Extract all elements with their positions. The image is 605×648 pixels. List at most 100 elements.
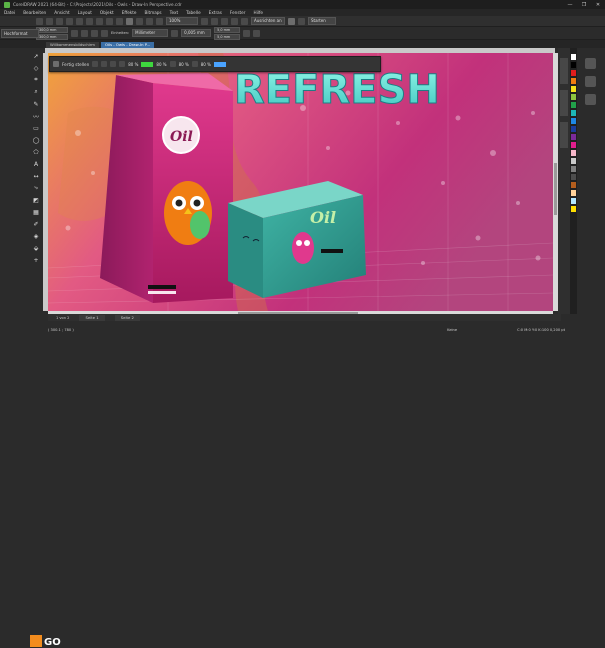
snap-to-select[interactable]: Ausrichten an: [251, 17, 285, 25]
import-icon[interactable]: [136, 17, 143, 25]
pick-tool-icon[interactable]: ➚: [32, 52, 40, 60]
close-button[interactable]: ✕: [591, 0, 605, 9]
palette-swatch[interactable]: [571, 126, 576, 132]
palette-swatch[interactable]: [571, 198, 576, 204]
palette-swatch[interactable]: [571, 166, 576, 172]
palette-swatch[interactable]: [571, 150, 576, 156]
publish-pdf-icon[interactable]: [156, 17, 163, 25]
palette-swatch[interactable]: [571, 102, 576, 108]
launch-select[interactable]: Starten: [308, 17, 336, 25]
page-height-field[interactable]: 300,0 mm: [36, 33, 68, 40]
palette-swatch[interactable]: [571, 70, 576, 76]
page-preset-select[interactable]: Hochformat: [1, 29, 39, 38]
interactive-fill-icon[interactable]: ◈: [32, 232, 40, 240]
perspective-mode-icon[interactable]: [92, 61, 99, 67]
shape-tool-icon[interactable]: ◇: [32, 64, 40, 72]
dock-hints-icon[interactable]: [585, 94, 596, 105]
page-tab-2[interactable]: Seite 2: [114, 314, 140, 321]
snap-options-icon[interactable]: [243, 29, 251, 37]
export-icon[interactable]: [146, 17, 153, 25]
palette-swatch[interactable]: [571, 174, 576, 180]
nudge-distance-field[interactable]: 0,005 mm: [181, 29, 212, 37]
palette-swatch[interactable]: [571, 206, 576, 212]
portrait-icon[interactable]: [71, 29, 78, 37]
options-gear-icon[interactable]: [288, 17, 295, 25]
grid-icon[interactable]: [221, 17, 228, 25]
duplicate-x-field[interactable]: 5,0 mm: [214, 26, 241, 33]
fullscreen-icon[interactable]: [201, 17, 208, 25]
eyedropper-icon[interactable]: ✐: [32, 220, 40, 228]
palette-swatch[interactable]: [571, 86, 576, 92]
palette-swatch[interactable]: [571, 62, 576, 68]
new-document-icon[interactable]: [36, 17, 43, 25]
connector-tool-icon[interactable]: ⤷: [32, 184, 40, 192]
palette-swatch[interactable]: [571, 110, 576, 116]
guidelines-icon[interactable]: [231, 17, 238, 25]
grid-toggle-icon[interactable]: [101, 61, 108, 67]
menu-tabelle[interactable]: Tabelle: [186, 10, 201, 15]
zoom-tool-icon[interactable]: ⌕: [32, 88, 40, 96]
palette-swatch[interactable]: [571, 190, 576, 196]
page-width-field[interactable]: 300,0 mm: [36, 26, 68, 33]
plane-icon[interactable]: [119, 61, 126, 67]
smart-fill-icon[interactable]: ⬙: [32, 244, 40, 252]
drawing-canvas[interactable]: REFRESH Oil Oil: [48, 53, 553, 311]
checkmark-icon[interactable]: [53, 61, 59, 67]
menu-datei[interactable]: Datei: [4, 10, 15, 15]
docker-tab-transform[interactable]: [560, 122, 568, 148]
vertical-scroll-thumb[interactable]: [554, 163, 557, 215]
palette-swatch[interactable]: [571, 78, 576, 84]
opacity-value-3[interactable]: 80 %: [179, 62, 189, 67]
palette-swatch[interactable]: [571, 54, 576, 60]
grid-color-swatch-blue[interactable]: [213, 61, 226, 67]
grid-color-swatch-green[interactable]: [141, 61, 154, 67]
text-tool-icon[interactable]: A: [32, 160, 40, 168]
rulers-icon[interactable]: [211, 17, 218, 25]
menu-extras[interactable]: Extras: [209, 10, 222, 15]
menu-layout[interactable]: Layout: [78, 10, 92, 15]
menu-effekte[interactable]: Effekte: [122, 10, 137, 15]
line-width-icon[interactable]: [169, 61, 176, 67]
page-tab-1[interactable]: Seite 1: [79, 314, 105, 321]
finish-label[interactable]: Fertig stellen: [62, 62, 89, 67]
drop-shadow-icon[interactable]: ◩: [32, 196, 40, 204]
duplicate-y-field[interactable]: 5,0 mm: [214, 33, 241, 40]
palette-swatch[interactable]: [571, 94, 576, 100]
units-select[interactable]: Millimeter: [132, 29, 169, 37]
parallel-dimension-icon[interactable]: ↔: [32, 172, 40, 180]
menu-fenster[interactable]: Fenster: [230, 10, 246, 15]
docker-tab-objects[interactable]: [560, 90, 568, 116]
palette-swatch[interactable]: [571, 158, 576, 164]
all-pages-icon[interactable]: [91, 29, 98, 37]
undo-icon[interactable]: [106, 17, 113, 25]
menu-hilfe[interactable]: Hilfe: [253, 10, 263, 15]
snap-icon[interactable]: [241, 17, 248, 25]
search-icon[interactable]: [126, 17, 133, 25]
palette-swatch[interactable]: [571, 142, 576, 148]
opacity-value-2[interactable]: 80 %: [156, 62, 166, 67]
palette-swatch[interactable]: [571, 118, 576, 124]
transparency-tool-icon[interactable]: ▦: [32, 208, 40, 216]
polygon-tool-icon[interactable]: ⬠: [32, 148, 40, 156]
launch-icon[interactable]: [298, 17, 305, 25]
crop-tool-icon[interactable]: ⌗: [32, 76, 40, 84]
print-icon[interactable]: [66, 17, 73, 25]
vanishing-point-icon[interactable]: [110, 61, 117, 67]
palette-swatch[interactable]: [571, 182, 576, 188]
redo-icon[interactable]: [116, 17, 123, 25]
ellipse-tool-icon[interactable]: ◯: [32, 136, 40, 144]
paste-icon[interactable]: [96, 17, 103, 25]
artistic-media-icon[interactable]: 〰: [32, 112, 40, 121]
menu-objekt[interactable]: Objekt: [100, 10, 114, 15]
palette-swatch[interactable]: [571, 134, 576, 140]
save-icon[interactable]: [56, 17, 63, 25]
zoom-level-select[interactable]: 100%: [166, 17, 198, 25]
menu-bearbeiten[interactable]: Bearbeiten: [23, 10, 46, 15]
freehand-tool-icon[interactable]: ✎: [32, 100, 40, 108]
maximize-button[interactable]: ❐: [577, 0, 591, 9]
dock-objects-icon[interactable]: [585, 76, 596, 87]
docker-tab-properties[interactable]: [560, 58, 568, 84]
minimize-button[interactable]: —: [563, 0, 577, 9]
dock-properties-icon[interactable]: [585, 58, 596, 69]
opacity-value-4[interactable]: 80 %: [201, 62, 211, 67]
